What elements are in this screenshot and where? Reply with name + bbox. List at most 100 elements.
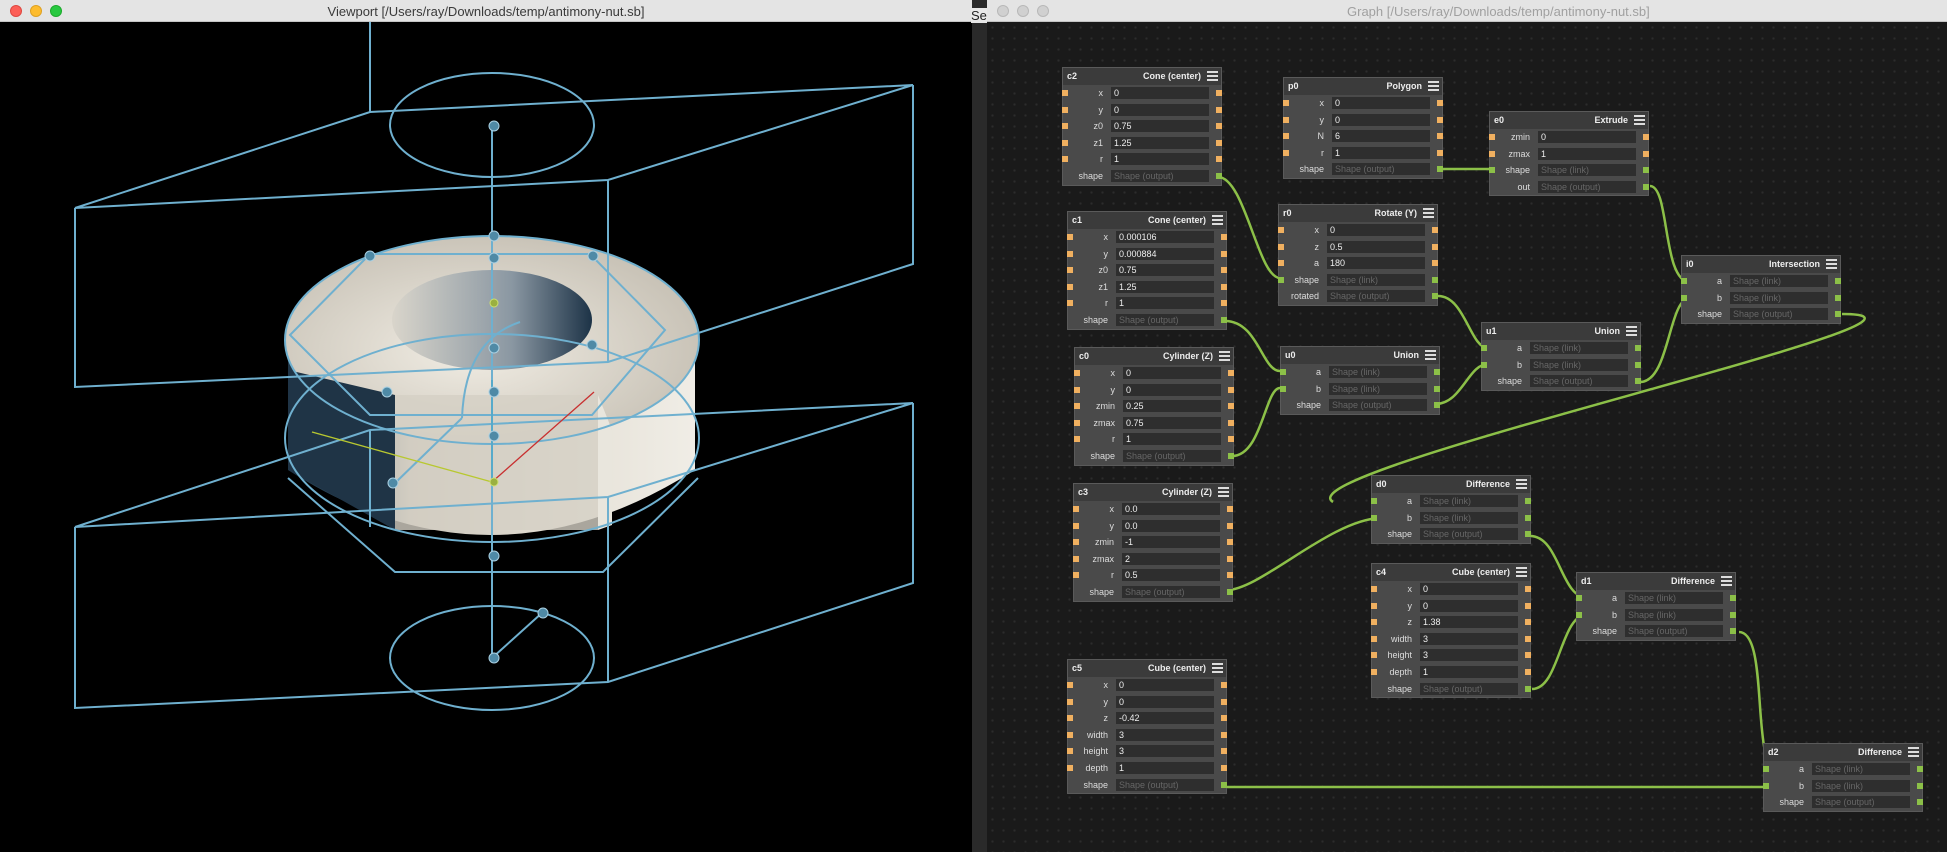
- node-header[interactable]: c2 Cone (center): [1063, 68, 1221, 85]
- param-field[interactable]: 0: [1538, 131, 1636, 143]
- shape-output-port[interactable]: [1730, 628, 1736, 635]
- output-port[interactable]: [1432, 260, 1438, 267]
- param-field[interactable]: 1: [1111, 153, 1209, 166]
- menu-icon[interactable]: [1428, 81, 1439, 91]
- param-field[interactable]: -0.42: [1116, 712, 1214, 725]
- shape-output-port[interactable]: [1437, 166, 1443, 173]
- param-field[interactable]: 0: [1332, 97, 1430, 109]
- param-field[interactable]: 0.75: [1116, 264, 1214, 277]
- shape-output-port[interactable]: [1434, 369, 1440, 375]
- minimize-icon[interactable]: [1017, 5, 1029, 17]
- param-field[interactable]: 0.0: [1122, 503, 1220, 515]
- param-field[interactable]: 0: [1123, 367, 1221, 379]
- shape-output-port[interactable]: [1643, 183, 1649, 190]
- shape-output-port[interactable]: [1525, 685, 1531, 692]
- param-field[interactable]: 0.75: [1123, 416, 1221, 429]
- node-c4[interactable]: c4 Cube (center) x0 y0 z 1.38 width 3 heig…: [1371, 563, 1531, 699]
- output-port[interactable]: [1221, 682, 1227, 688]
- param-field[interactable]: 3: [1420, 649, 1518, 662]
- param-field[interactable]: 0: [1332, 113, 1430, 126]
- output-port[interactable]: [1643, 150, 1649, 157]
- output-port[interactable]: [1432, 227, 1438, 233]
- shape-output-port[interactable]: [1643, 167, 1649, 174]
- node-u0[interactable]: u0 Union a Shape (link) b Shape (link) sha…: [1280, 346, 1440, 415]
- shape-output-port[interactable]: [1835, 311, 1841, 318]
- output-port[interactable]: [1437, 149, 1443, 156]
- menu-icon[interactable]: [1212, 663, 1223, 673]
- output-port[interactable]: [1227, 522, 1233, 529]
- param-field[interactable]: 0.000884: [1116, 247, 1214, 260]
- param-field[interactable]: 0.75: [1111, 120, 1209, 133]
- node-header[interactable]: p0 Polygon: [1284, 78, 1442, 95]
- shape-output-port[interactable]: [1525, 531, 1531, 538]
- output-port[interactable]: [1525, 586, 1531, 592]
- node-graph-canvas[interactable]: c2 Cone (center) x0 y0 z0 0.75 z1 1.25 r1 …: [987, 22, 1947, 852]
- node-header[interactable]: u1 Union: [1482, 323, 1640, 340]
- menu-icon[interactable]: [1218, 487, 1229, 497]
- output-port[interactable]: [1432, 243, 1438, 250]
- menu-icon[interactable]: [1516, 567, 1527, 577]
- output-port[interactable]: [1228, 419, 1234, 426]
- param-field[interactable]: 0: [1111, 103, 1209, 116]
- param-field[interactable]: 1: [1123, 433, 1221, 446]
- param-field[interactable]: 0.0: [1122, 519, 1220, 532]
- param-field[interactable]: 0: [1116, 695, 1214, 708]
- shape-output-port[interactable]: [1216, 172, 1222, 179]
- shape-output-port[interactable]: [1221, 781, 1227, 788]
- output-port[interactable]: [1227, 555, 1233, 562]
- output-port[interactable]: [1221, 698, 1227, 705]
- output-port[interactable]: [1227, 506, 1233, 512]
- param-field[interactable]: 0: [1420, 583, 1518, 595]
- output-port[interactable]: [1216, 106, 1222, 113]
- node-header[interactable]: d1 Difference: [1577, 573, 1735, 590]
- param-field[interactable]: 180: [1327, 257, 1425, 270]
- node-header[interactable]: c0 Cylinder (Z): [1075, 348, 1233, 365]
- output-port[interactable]: [1221, 267, 1227, 274]
- param-field[interactable]: 1.25: [1111, 136, 1209, 149]
- node-header[interactable]: d0 Difference: [1372, 476, 1530, 493]
- output-port[interactable]: [1228, 386, 1234, 393]
- output-port[interactable]: [1221, 283, 1227, 290]
- shape-output-port[interactable]: [1228, 452, 1234, 459]
- 3d-scene[interactable]: [0, 22, 972, 852]
- menu-icon[interactable]: [1212, 215, 1223, 225]
- shape-output-port[interactable]: [1635, 345, 1641, 351]
- output-port[interactable]: [1221, 748, 1227, 755]
- param-field[interactable]: 6: [1332, 130, 1430, 143]
- shape-output-port[interactable]: [1434, 385, 1440, 392]
- shape-output-port[interactable]: [1525, 498, 1531, 504]
- param-field[interactable]: 1: [1538, 147, 1636, 160]
- param-field[interactable]: 0.5: [1327, 240, 1425, 253]
- node-header[interactable]: r0 Rotate (Y): [1279, 205, 1437, 222]
- param-field[interactable]: 1.38: [1420, 616, 1518, 629]
- output-port[interactable]: [1216, 139, 1222, 146]
- param-field[interactable]: 3: [1116, 745, 1214, 758]
- node-c1[interactable]: c1 Cone (center) x 0.000106 y 0.000884 z0 0…: [1067, 211, 1227, 330]
- menu-icon[interactable]: [1219, 351, 1230, 361]
- node-header[interactable]: c5 Cube (center): [1068, 660, 1226, 677]
- node-header[interactable]: c3 Cylinder (Z): [1074, 484, 1232, 501]
- shape-output-port[interactable]: [1227, 588, 1233, 595]
- output-port[interactable]: [1227, 572, 1233, 579]
- shape-output-port[interactable]: [1432, 276, 1438, 283]
- shape-output-port[interactable]: [1635, 361, 1641, 368]
- param-field[interactable]: 0: [1123, 383, 1221, 396]
- node-header[interactable]: i0 Intersection: [1682, 256, 1840, 273]
- shape-output-port[interactable]: [1221, 316, 1227, 323]
- output-port[interactable]: [1437, 133, 1443, 140]
- node-header[interactable]: u0 Union: [1281, 347, 1439, 364]
- menu-icon[interactable]: [1626, 326, 1637, 336]
- output-port[interactable]: [1216, 123, 1222, 130]
- output-port[interactable]: [1525, 668, 1531, 675]
- param-field[interactable]: 0: [1327, 224, 1425, 236]
- shape-output-port[interactable]: [1917, 766, 1923, 772]
- param-field[interactable]: 0.000106: [1116, 231, 1214, 243]
- node-c5[interactable]: c5 Cube (center) x0 y0 z -0.42 width 3 hei…: [1067, 659, 1227, 795]
- output-port[interactable]: [1437, 116, 1443, 123]
- node-header[interactable]: e0 Extrude: [1490, 112, 1648, 129]
- shape-output-port[interactable]: [1525, 514, 1531, 521]
- output-port[interactable]: [1221, 300, 1227, 307]
- output-port[interactable]: [1525, 602, 1531, 609]
- menu-icon[interactable]: [1425, 350, 1436, 360]
- output-port[interactable]: [1227, 539, 1233, 546]
